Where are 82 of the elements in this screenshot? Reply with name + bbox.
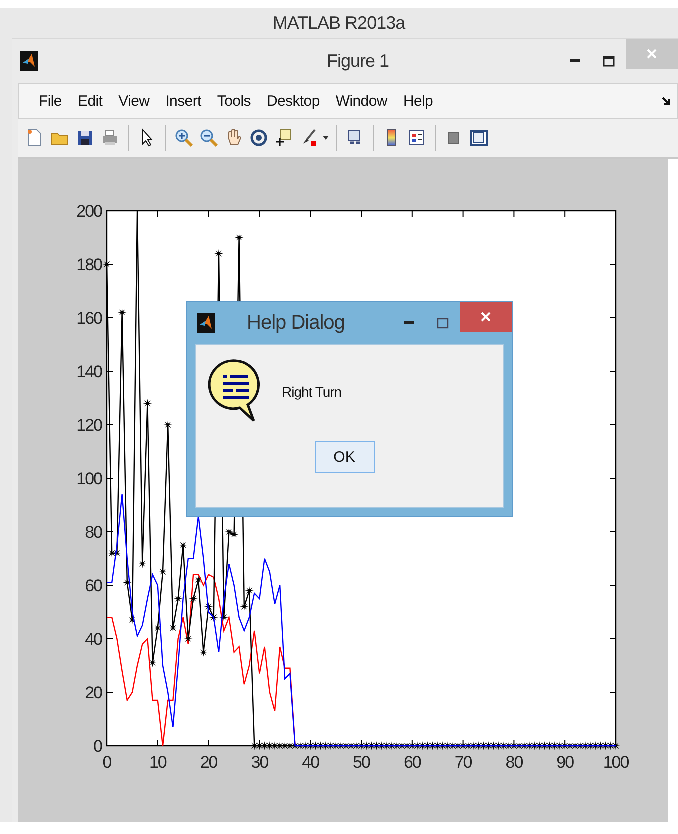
tick-label: 80 xyxy=(85,523,102,542)
star-marker xyxy=(199,648,208,657)
star-marker xyxy=(220,613,229,622)
tick-label: 60 xyxy=(404,753,421,772)
star-marker xyxy=(230,530,239,540)
menu-item[interactable]: View xyxy=(110,92,158,110)
maximize-icon xyxy=(437,318,449,328)
star-marker xyxy=(234,233,244,242)
star-marker xyxy=(214,249,224,258)
star-marker xyxy=(143,399,152,408)
star-marker xyxy=(138,560,148,569)
star-marker xyxy=(164,420,173,430)
star-marker xyxy=(178,540,188,550)
tick-label: 20 xyxy=(85,684,102,702)
star-marker xyxy=(245,586,254,596)
tick-label: 120 xyxy=(76,416,102,435)
window-title: Figure 1 xyxy=(326,50,390,72)
star-marker xyxy=(250,742,260,750)
tick-label: 200 xyxy=(76,202,102,221)
star-marker xyxy=(102,260,112,269)
minimize-icon xyxy=(570,59,580,63)
menu-item[interactable]: Window xyxy=(328,92,396,110)
app-logo-icon xyxy=(20,51,38,71)
caret-icon[interactable] xyxy=(323,136,329,140)
tick-label: 140 xyxy=(76,362,102,382)
star-marker xyxy=(276,742,285,750)
star-marker xyxy=(153,624,162,633)
star-marker xyxy=(270,742,280,750)
star-marker xyxy=(168,624,178,633)
close-button[interactable] xyxy=(460,302,512,332)
tick-label: 40 xyxy=(302,753,320,772)
star-marker xyxy=(240,602,249,612)
dialog-logo-icon xyxy=(197,313,215,333)
dialog-title: Help Dialog xyxy=(246,312,346,334)
dialog-message: Right Turn xyxy=(282,384,342,400)
star-marker xyxy=(255,742,264,750)
ok-button[interactable]: OK xyxy=(314,441,374,473)
close-icon xyxy=(480,311,492,323)
star-marker xyxy=(204,602,214,612)
tick-label: 20 xyxy=(200,753,218,772)
tick-label: 90 xyxy=(556,753,574,772)
minimize-icon xyxy=(404,321,414,325)
star-marker xyxy=(612,742,620,750)
menu-item[interactable]: File xyxy=(31,92,70,110)
menu-item[interactable]: Insert xyxy=(158,92,210,110)
tick-label: 30 xyxy=(251,753,268,772)
star-marker xyxy=(122,578,132,588)
tick-label: 100 xyxy=(76,470,102,488)
star-marker xyxy=(112,548,122,558)
star-marker xyxy=(148,658,158,668)
star-marker xyxy=(128,616,137,625)
menu-item[interactable]: Tools xyxy=(209,92,259,110)
star-marker xyxy=(158,568,168,577)
star-marker xyxy=(189,594,198,604)
star-marker xyxy=(174,594,183,604)
star-marker xyxy=(260,742,270,750)
star-marker xyxy=(108,548,117,558)
tick-label: 0 xyxy=(94,737,102,756)
tick-label: 0 xyxy=(102,753,112,772)
close-icon xyxy=(646,48,658,60)
maximize-icon xyxy=(603,56,615,66)
tick-label: 180 xyxy=(76,256,102,274)
star-marker xyxy=(209,613,218,622)
star-marker xyxy=(224,528,234,536)
tick-label: 50 xyxy=(353,753,370,772)
menu-item[interactable]: Help xyxy=(395,92,442,110)
menu-item[interactable]: Desktop xyxy=(258,92,328,110)
tick-label: 80 xyxy=(506,753,523,772)
star-marker xyxy=(118,308,127,318)
star-marker xyxy=(184,634,193,644)
star-marker xyxy=(265,742,274,750)
star-marker xyxy=(280,742,290,750)
tick-label: 10 xyxy=(149,753,166,772)
dock-arrow-icon[interactable] xyxy=(661,96,671,106)
tick-label: 70 xyxy=(454,753,472,772)
tick-label: 160 xyxy=(76,309,102,328)
app-title: MATLAB R2013a xyxy=(272,12,406,34)
star-marker xyxy=(194,576,204,585)
menu-item[interactable]: Edit xyxy=(70,92,111,110)
tick-label: 60 xyxy=(85,576,102,596)
tick-label: 40 xyxy=(85,630,102,649)
tick-label: 100 xyxy=(603,753,629,772)
